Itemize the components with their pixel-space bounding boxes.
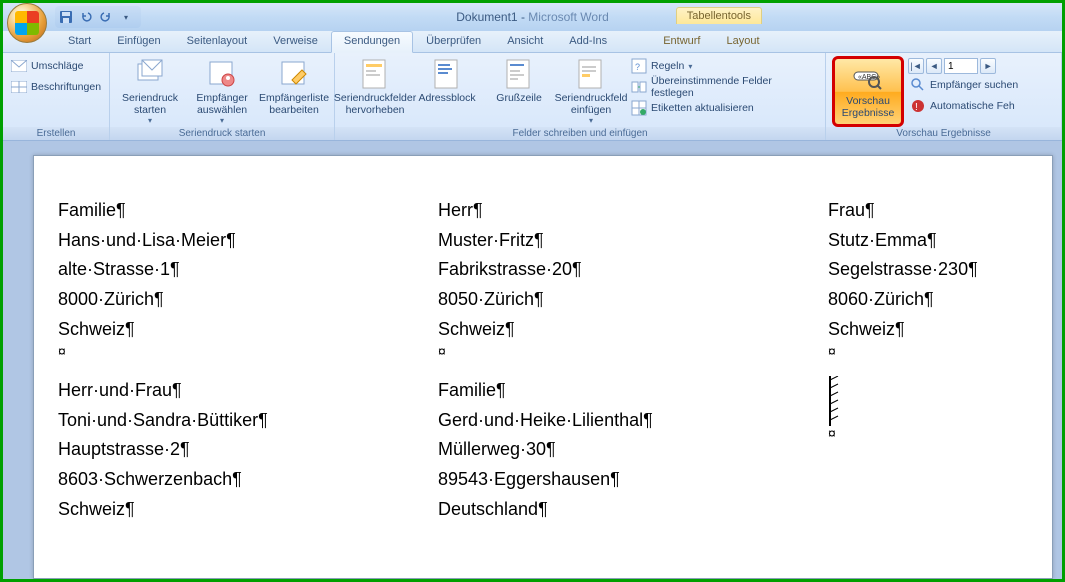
umschlaege-button[interactable]: Umschläge xyxy=(9,56,103,76)
svg-text:!: ! xyxy=(915,102,918,113)
document-name: Dokument1 xyxy=(456,10,517,24)
felder-hervorheben-button[interactable]: Seriendruckfelder hervorheben xyxy=(341,56,409,127)
undo-icon[interactable] xyxy=(77,8,95,26)
tab-verweise[interactable]: Verweise xyxy=(260,31,331,52)
group-label-vorschau: Vorschau Ergebnisse xyxy=(826,127,1061,140)
tab-entwurf[interactable]: Entwurf xyxy=(650,31,713,52)
svg-text:?: ? xyxy=(635,62,640,72)
tab-sendungen[interactable]: Sendungen xyxy=(331,31,413,53)
tab-ueberpruefen[interactable]: Überprüfen xyxy=(413,31,494,52)
label-cell: Familie¶ Hans·und·Lisa·Meier¶ alte·Stras… xyxy=(58,196,438,360)
vorschau-ergebnisse-button[interactable]: «ABC» Vorschau Ergebnisse xyxy=(832,56,904,127)
labels-grid: Familie¶ Hans·und·Lisa·Meier¶ alte·Stras… xyxy=(58,196,1028,540)
adressblock-button[interactable]: Adressblock xyxy=(413,56,481,127)
highlight-fields-icon xyxy=(359,58,391,90)
preview-results-icon: «ABC» xyxy=(852,61,884,93)
tab-addins[interactable]: Add-Ins xyxy=(556,31,620,52)
qat-customize-icon[interactable]: ▾ xyxy=(117,8,135,26)
greeting-line-icon xyxy=(503,58,535,90)
office-logo-icon xyxy=(15,11,39,35)
match-fields-icon xyxy=(631,79,647,95)
title-bar: ▾ Dokument1 - Microsoft Word Tabellentoo… xyxy=(3,3,1062,31)
label-cell: Frau¶ Stutz·Emma¶ Segelstrasse·230¶ 8060… xyxy=(828,196,1062,360)
recipients-edit-icon xyxy=(278,58,310,90)
group-label-erstellen: Erstellen xyxy=(3,127,109,140)
auto-check-icon: ! xyxy=(910,98,926,114)
redo-icon[interactable] xyxy=(97,8,115,26)
app-name: Microsoft Word xyxy=(528,10,608,24)
save-icon[interactable] xyxy=(57,8,75,26)
empfaengerliste-bearbeiten-button[interactable]: Empfängerliste bearbeiten xyxy=(260,56,328,127)
mailmerge-start-icon xyxy=(134,58,166,90)
address-block-icon xyxy=(431,58,463,90)
tab-start[interactable]: Start xyxy=(55,31,104,52)
office-button[interactable] xyxy=(7,3,47,43)
ribbon: Umschläge Beschriftungen Erstellen Serie… xyxy=(3,53,1062,141)
empfaenger-suchen-button[interactable]: Empfänger suchen xyxy=(908,75,1020,95)
quick-access-toolbar: ▾ xyxy=(55,6,141,28)
group-label-felder: Felder schreiben und einfügen xyxy=(335,127,825,140)
regeln-button[interactable]: ? Regeln xyxy=(629,56,819,76)
prev-record-button[interactable]: ◄ xyxy=(926,58,942,74)
auto-fehler-button[interactable]: ! Automatische Feh xyxy=(908,96,1020,116)
recipients-select-icon xyxy=(206,58,238,90)
grusszeile-button[interactable]: Grußzeile xyxy=(485,56,553,127)
uebereinstimmende-felder-button[interactable]: Übereinstimmende Felder festlegen xyxy=(629,77,819,97)
beschriftungen-button[interactable]: Beschriftungen xyxy=(9,77,103,97)
label-cell: Familie¶ Gerd·und·Heike·Lilienthal¶ Müll… xyxy=(438,376,828,524)
seriendruckfeld-einfuegen-button[interactable]: Seriendruckfeld einfügen xyxy=(557,56,625,127)
group-label-seriendruck: Seriendruck starten xyxy=(110,127,334,140)
page[interactable]: Familie¶ Hans·und·Lisa·Meier¶ alte·Stras… xyxy=(33,155,1053,579)
etiketten-aktualisieren-button[interactable]: Etiketten aktualisieren xyxy=(629,98,819,118)
labels-icon xyxy=(11,79,27,95)
ribbon-tabs: Start Einfügen Seitenlayout Verweise Sen… xyxy=(3,31,1062,53)
envelope-icon xyxy=(11,58,27,74)
find-recipient-icon xyxy=(910,77,926,93)
tab-seitenlayout[interactable]: Seitenlayout xyxy=(174,31,261,52)
label-cell: Herr·und·Frau¶ Toni·und·Sandra·Büttiker¶… xyxy=(58,376,438,524)
seriendruck-starten-button[interactable]: Seriendruck starten xyxy=(116,56,184,127)
contextual-tab-title: Tabellentools xyxy=(676,7,762,24)
cursor-mark-icon xyxy=(828,376,842,426)
label-cell: Herr¶ Muster·Fritz¶ Fabrikstrasse·20¶ 80… xyxy=(438,196,828,360)
tab-einfuegen[interactable]: Einfügen xyxy=(104,31,173,52)
insert-field-icon xyxy=(575,58,607,90)
label-cell: ¤ xyxy=(828,376,1062,524)
rules-icon: ? xyxy=(631,58,647,74)
group-felder: Seriendruckfelder hervorheben Adressbloc… xyxy=(335,53,826,140)
document-area: Familie¶ Hans·und·Lisa·Meier¶ alte·Stras… xyxy=(3,141,1062,579)
first-record-button[interactable]: |◄ xyxy=(908,58,924,74)
next-record-button[interactable]: ► xyxy=(980,58,996,74)
tab-layout[interactable]: Layout xyxy=(713,31,772,52)
record-number-input[interactable] xyxy=(944,58,978,74)
group-seriendruck-starten: Seriendruck starten Empfänger auswählen … xyxy=(110,53,335,140)
tab-ansicht[interactable]: Ansicht xyxy=(494,31,556,52)
group-vorschau: «ABC» Vorschau Ergebnisse |◄ ◄ ► Empfäng… xyxy=(826,53,1062,140)
window-title: Dokument1 - Microsoft Word xyxy=(456,10,609,24)
empfaenger-auswaehlen-button[interactable]: Empfänger auswählen xyxy=(188,56,256,127)
update-labels-icon xyxy=(631,100,647,116)
group-erstellen: Umschläge Beschriftungen Erstellen xyxy=(3,53,110,140)
